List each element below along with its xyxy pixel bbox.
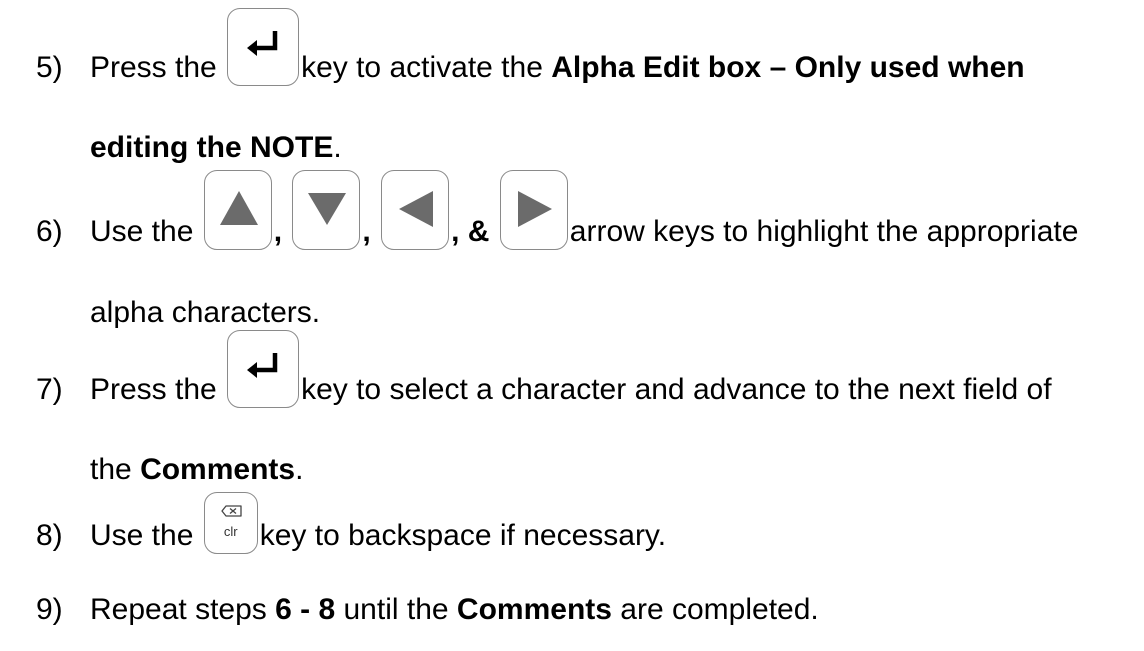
separator: , — [362, 215, 371, 248]
step-text: Press the — [90, 51, 217, 84]
enter-key-icon — [227, 8, 300, 86]
step-text: key to backspace if necessary. — [259, 519, 667, 552]
step-text: key to activate the — [301, 51, 543, 84]
step-text: are completed. — [620, 593, 819, 626]
right-arrow-key-icon — [499, 170, 568, 250]
step-number: 8) — [36, 519, 63, 552]
step-number: 7) — [36, 373, 63, 406]
backspace-clr-key-icon: clr — [203, 492, 258, 554]
down-arrow-key-icon — [292, 170, 361, 250]
step-text: Press the — [90, 373, 217, 406]
step-number: 6) — [36, 215, 63, 248]
step-6-line-2: alpha characters. — [90, 295, 320, 331]
step-8-line: 8) Use the clr key to backspace if neces… — [36, 492, 666, 554]
step-bold-text: 6 - 8 — [275, 593, 336, 626]
step-text: Use the — [90, 215, 194, 248]
step-number: 9) — [36, 593, 63, 626]
step-7-line-1: 7) Press the key to select a character a… — [36, 330, 1052, 408]
step-bold-text: editing the NOTE — [90, 131, 334, 164]
step-bold-text: Comments — [456, 593, 612, 626]
step-text: the — [90, 453, 132, 486]
step-9-line: 9) Repeat steps 6 - 8 until the Comments… — [36, 592, 819, 628]
step-6-line-1: 6) Use the , , , & arrow keys to highlig… — [36, 170, 1078, 250]
up-arrow-key-icon — [203, 170, 272, 250]
separator: , & — [451, 215, 490, 248]
step-number: 5) — [36, 51, 63, 84]
step-7-line-2: the Comments. — [90, 452, 303, 488]
enter-key-icon — [227, 330, 300, 408]
step-text: Repeat steps — [90, 593, 267, 626]
step-text: arrow keys to highlight the appropriate — [569, 215, 1079, 248]
step-bold-text: Alpha Edit box – Only used when — [551, 51, 1025, 84]
left-arrow-key-icon — [381, 170, 450, 250]
step-text: alpha characters. — [90, 296, 321, 329]
clr-key-label: clr — [223, 524, 238, 539]
step-text: . — [295, 453, 304, 486]
step-5-line-1: 5) Press the key to activate the Alpha E… — [36, 8, 1025, 86]
step-text: key to select a character and advance to… — [301, 373, 1052, 406]
separator: , — [273, 215, 283, 248]
step-bold-text: Comments — [140, 453, 296, 486]
step-5-line-2: editing the NOTE. — [90, 130, 342, 166]
step-text: until the — [343, 593, 449, 626]
step-text: Use the — [90, 519, 194, 552]
step-text: . — [333, 131, 342, 164]
